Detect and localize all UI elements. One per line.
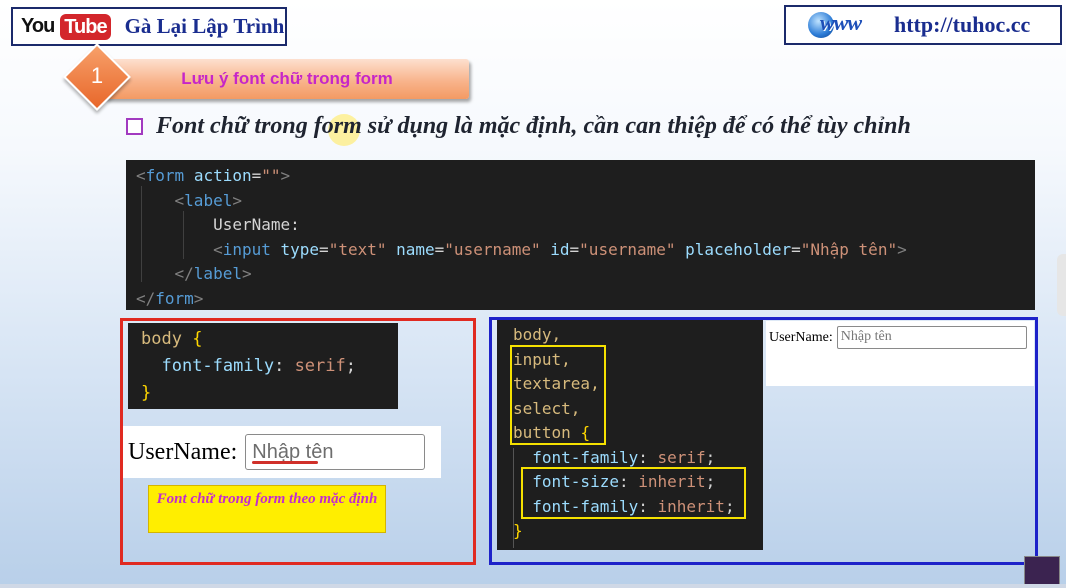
default-form-preview: UserName: Nhập tên [123,426,441,478]
step-number: 1 [90,63,104,88]
spellcheck-underline [252,461,319,464]
username-label: UserName: [128,438,238,465]
default-font-note: Font chữ trong form theo mặc định [148,485,386,533]
youtube-channel-banner: You Tube Gà Lại Lập Trình [11,7,287,46]
indent-guide [141,186,142,282]
html-code-block: <form action=""> <label> UserName: <inpu… [126,160,1035,310]
indent-guide [513,448,514,548]
username-placeholder: Nhập tên [840,329,892,344]
inherit-highlight-box [521,467,746,519]
channel-name: Gà Lại Lập Trình [124,14,285,38]
css-serif-code-block: body { font-family: serif; } [128,323,398,409]
site-url-banner: www http://tuhoc.cc [784,5,1062,45]
inherit-form-preview: UserName: Nhập tên [766,321,1034,386]
youtube-logo-you: You [21,15,55,37]
username-input[interactable]: Nhập tên [836,326,1027,349]
checkbox-bullet-icon [126,118,143,135]
username-input[interactable]: Nhập tên [245,434,426,470]
selector-highlight-box [510,345,606,445]
www-logo-text: www [820,10,862,35]
username-label: UserName: [769,330,833,345]
side-panel-handle[interactable] [1057,254,1066,316]
slide-heading: Font chữ trong form sử dụng là mặc định,… [156,113,911,139]
www-globe-icon: www [790,8,886,42]
bottom-edge [0,584,1066,588]
youtube-logo-tube: Tube [60,13,111,40]
indent-guide [183,211,184,259]
step-title: Lưu ý font chữ trong form [181,69,393,88]
site-url: http://tuhoc.cc [894,12,1031,37]
